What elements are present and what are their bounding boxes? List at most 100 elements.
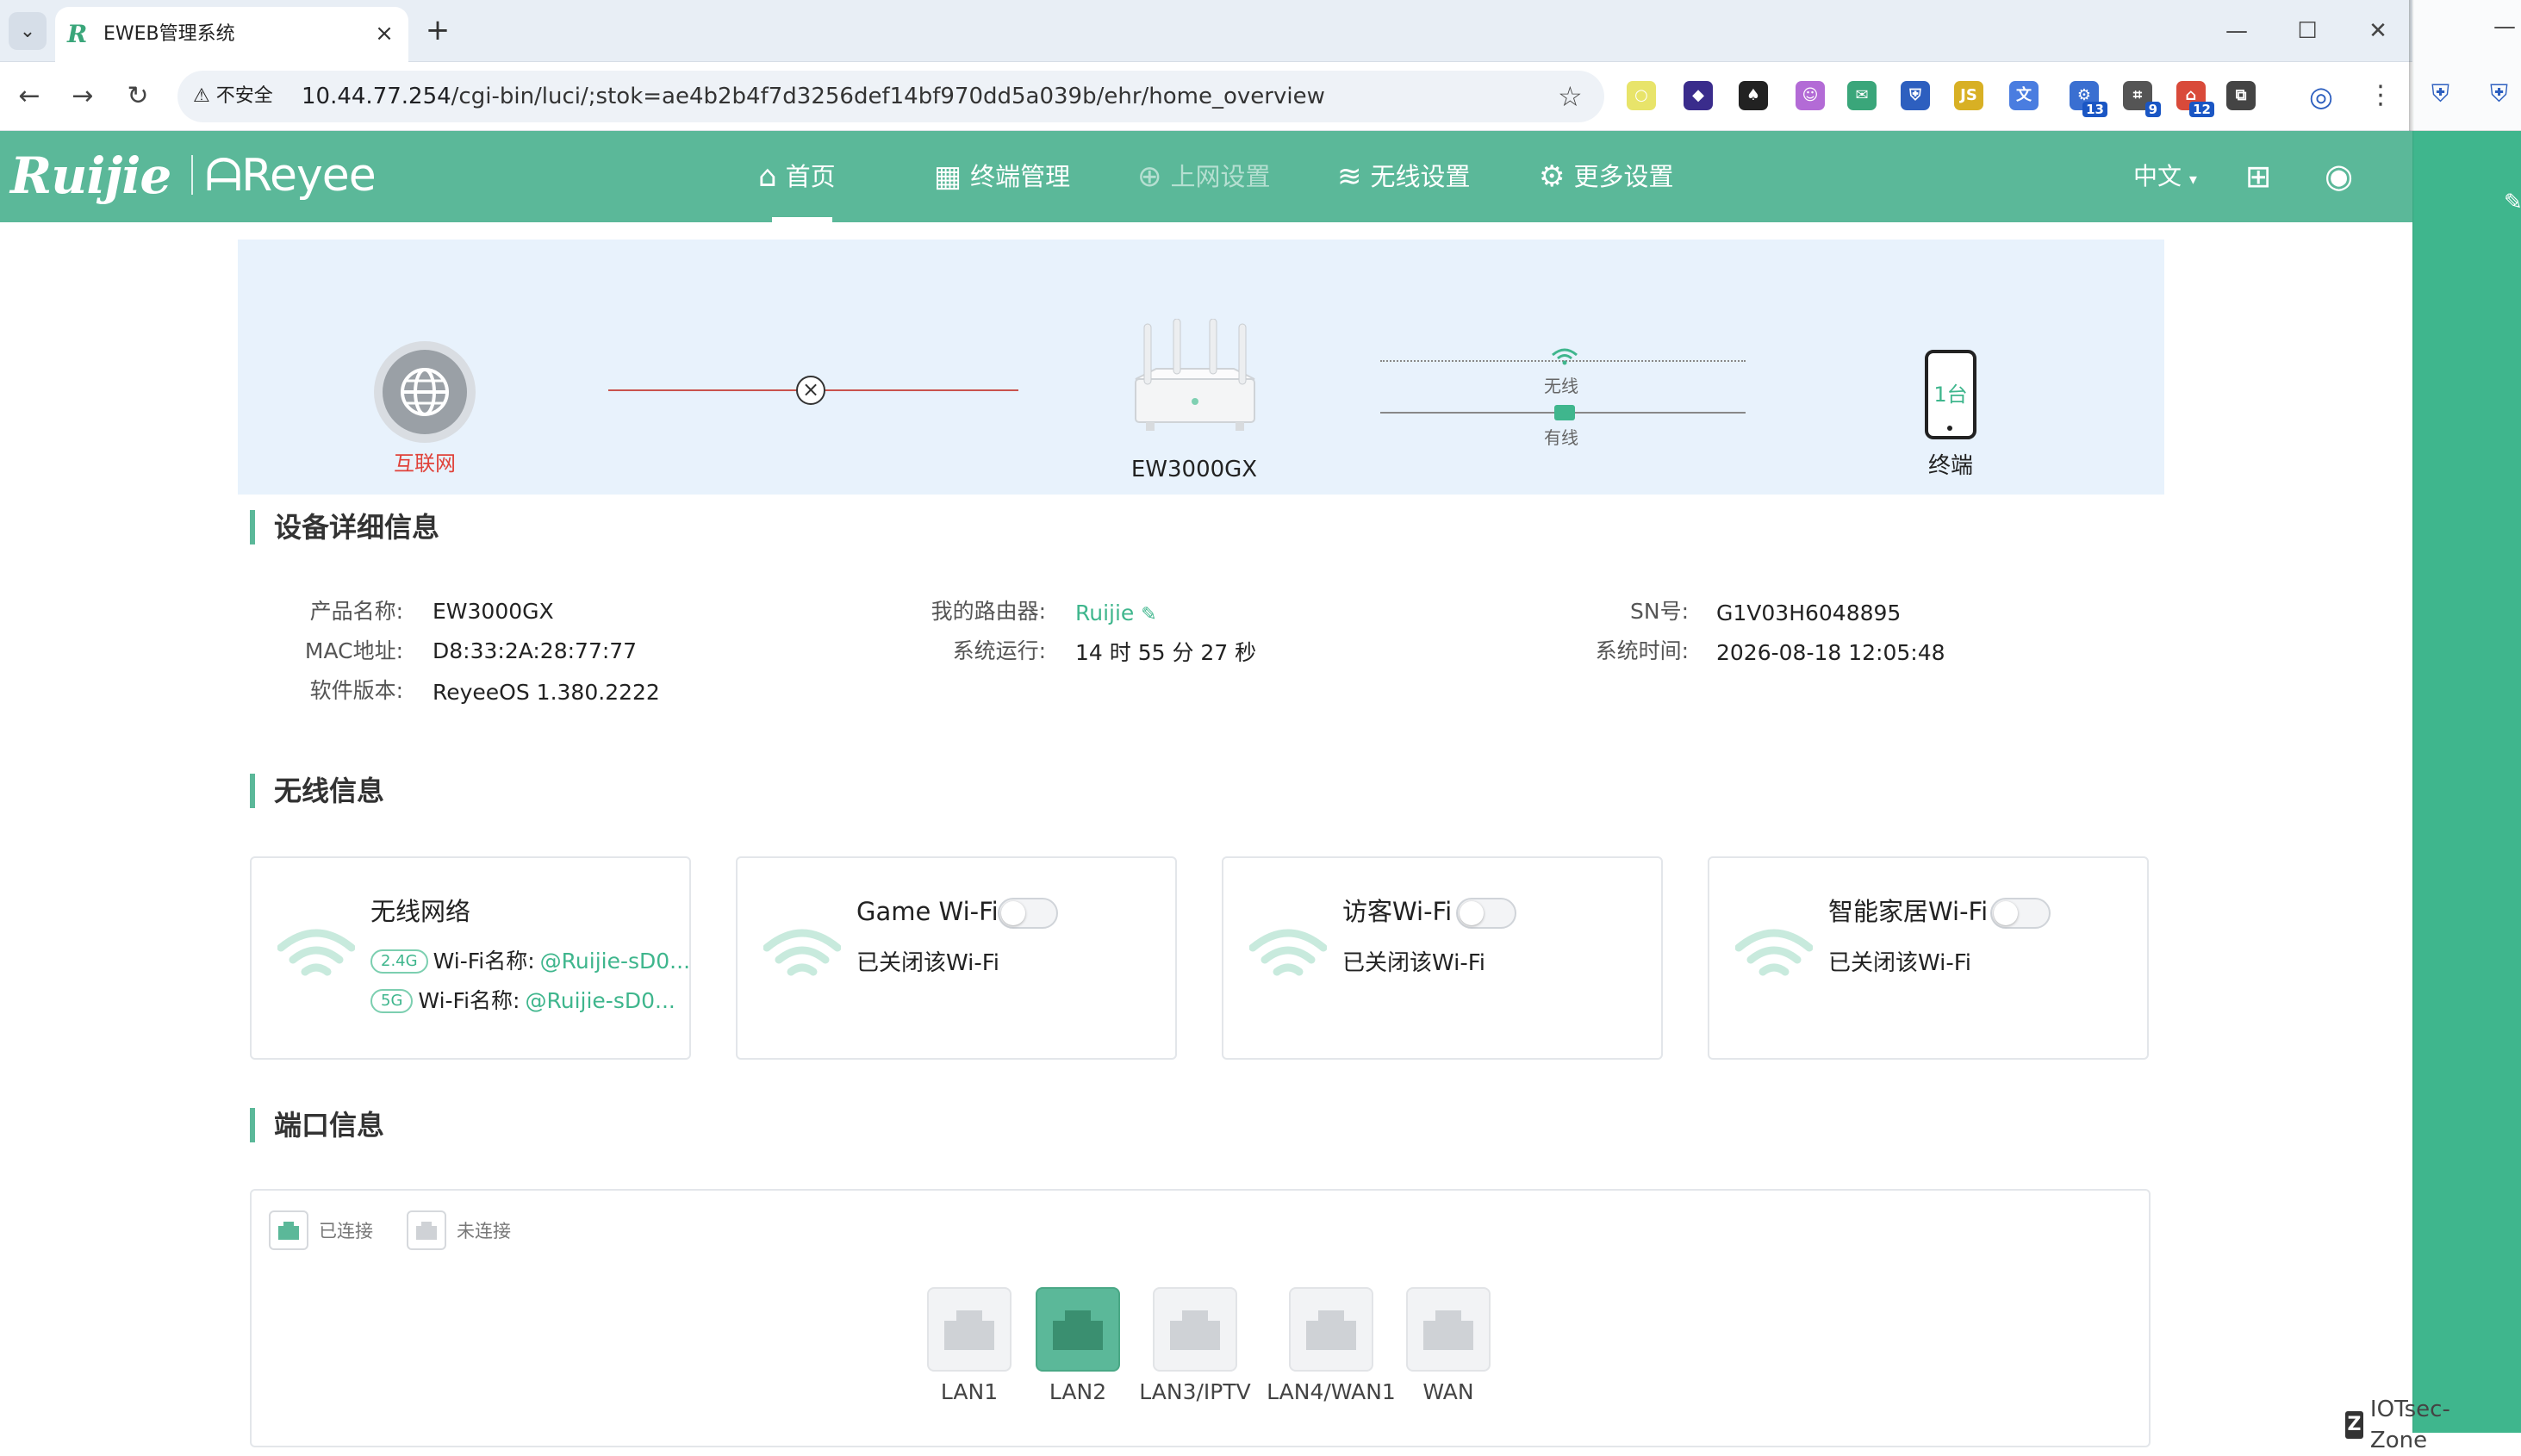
tools-ext-icon[interactable]: ⚙ 13 xyxy=(2070,81,2107,117)
my-router-label: 我的路由器: xyxy=(931,599,1046,624)
wireless-wifi-icon xyxy=(1551,348,1578,368)
nav-item-0[interactable]: ⌂ 首页 xyxy=(758,157,836,196)
port-lan4-wan1[interactable] xyxy=(1289,1287,1373,1372)
js-ext-icon[interactable]: JS xyxy=(1954,81,1983,110)
browser-menu-icon[interactable]: ⋮ xyxy=(2368,79,2393,114)
browser-toolbar: ← → ↻ ⚠ 不安全 10.44.77.254/cgi-bin/luci/;s… xyxy=(0,62,2412,131)
close-window-button[interactable]: ✕ xyxy=(2352,12,2404,50)
ruijie-logo: Ruijie xyxy=(10,146,171,205)
minimize-window-button[interactable]: — xyxy=(2211,12,2263,50)
uptime-label: 系统运行: xyxy=(952,638,1046,663)
wifi-icon xyxy=(1735,929,1813,976)
maximize-window-button[interactable]: ☐ xyxy=(2281,12,2333,50)
software-version-value: ReyeeOS 1.380.2222 xyxy=(433,680,660,705)
apps-grid-icon[interactable]: ⊞ xyxy=(2245,160,2271,195)
address-bar[interactable]: ⚠ 不安全 10.44.77.254/cgi-bin/luci/;stok=ae… xyxy=(177,71,1604,122)
background-shield-icon: ⛨ xyxy=(2431,79,2450,108)
bookmark-star-icon[interactable]: ☆ xyxy=(1558,81,1583,112)
wifi-icon xyxy=(763,929,841,976)
router-name-link[interactable]: Ruijie ✎ xyxy=(1075,600,1157,629)
port-wan[interactable] xyxy=(1406,1287,1491,1372)
wifi-icon xyxy=(1249,929,1327,976)
nav-item-1[interactable]: ▦ 终端管理 xyxy=(934,157,1070,196)
translate-ext-icon[interactable]: 文 xyxy=(2009,81,2039,110)
wifi-icon: ≋ xyxy=(1337,159,1362,194)
profile-icon[interactable]: ◎ xyxy=(2309,79,2333,114)
guest-wifi-card[interactable]: 访客Wi-Fi 已关闭该Wi-Fi xyxy=(1222,856,1663,1060)
forward-button[interactable]: → xyxy=(64,78,102,115)
extension-badge: 13 xyxy=(2082,102,2107,117)
url-path: /cgi-bin/luci/;stok=ae4b2b4f7d3256def14b… xyxy=(451,84,1325,109)
product-name-label: 产品名称: xyxy=(309,599,403,624)
close-tab-icon[interactable]: × xyxy=(370,21,398,48)
nav-item-3[interactable]: ≋ 无线设置 xyxy=(1337,157,1471,196)
port-lan1[interactable] xyxy=(927,1287,1012,1372)
wifi-name-label: Wi-Fi名称: xyxy=(418,988,520,1013)
spade-ext-icon[interactable]: ♠ xyxy=(1739,81,1768,110)
port-lan2[interactable] xyxy=(1036,1287,1120,1372)
port-label: LAN1 xyxy=(940,1379,999,1404)
system-time-label: 系统时间: xyxy=(1595,638,1689,663)
smart-home-wifi-toggle[interactable] xyxy=(1990,898,2051,929)
diamond-ext-icon[interactable]: ◆ xyxy=(1684,81,1713,110)
house-ext-icon[interactable]: ⌂ 12 xyxy=(2176,81,2214,117)
band-5g-badge: 5G xyxy=(370,989,414,1013)
ssid-24g-value[interactable]: @Ruijie-sD0... xyxy=(540,944,690,979)
ssid-5g-value[interactable]: @Ruijie-sD0... xyxy=(525,984,675,1018)
guest-wifi-status: 已关闭该Wi-Fi xyxy=(1342,950,1486,976)
url-text[interactable]: 10.44.77.254/cgi-bin/luci/;stok=ae4b2b4f… xyxy=(302,82,1325,111)
extension-badge: 9 xyxy=(2144,102,2161,117)
main-content: 互联网 × EW3000GX 无线 有线 1台 终端 设备详细信息 产品名称: … xyxy=(0,222,2450,1453)
port-label: LAN3/IPTV xyxy=(1139,1379,1251,1404)
wired-label: 有线 xyxy=(1544,427,1578,448)
legend-connected: 已连接 xyxy=(269,1210,373,1251)
router-label: EW3000GX xyxy=(1130,457,1258,482)
nav-label: 终端管理 xyxy=(970,162,1071,191)
game-wifi-card[interactable]: Game Wi-Fi 已关闭该Wi-Fi xyxy=(736,856,1177,1060)
circle-ext-icon[interactable]: ○ xyxy=(1627,81,1656,110)
shield-ext-icon[interactable]: ⛨ xyxy=(1901,81,1930,110)
terminal-phone-icon[interactable]: 1台 xyxy=(1925,350,1976,439)
nav-label: 无线设置 xyxy=(1370,162,1471,191)
reload-button[interactable]: ↻ xyxy=(119,78,157,115)
product-name-value: EW3000GX xyxy=(433,599,554,624)
browser-tab[interactable]: R EWEB管理系统 × xyxy=(55,7,408,62)
software-version-label: 软件版本: xyxy=(309,678,403,703)
nav-item-4[interactable]: ⚙ 更多设置 xyxy=(1539,157,1674,196)
tab-list-button[interactable]: ⌄ xyxy=(9,12,47,50)
device-details-title: 设备详细信息 xyxy=(250,510,439,544)
background-window-toolbar: — ⛨ ⛨ xyxy=(2412,0,2521,131)
internet-node[interactable] xyxy=(374,341,476,443)
language-selector[interactable]: 中文 ▾ xyxy=(2133,157,2197,200)
wireless-network-card[interactable]: 无线网络 2.4G Wi-Fi名称: @Ruijie-sD0... 5G Wi-F… xyxy=(250,856,691,1060)
ethernet-port-icon xyxy=(944,1310,994,1350)
game-wifi-toggle[interactable] xyxy=(998,898,1058,929)
back-button[interactable]: ← xyxy=(10,78,48,115)
capture-ext-icon[interactable]: ⌗ 9 xyxy=(2123,81,2161,117)
edit-icon[interactable]: ✎ xyxy=(1141,604,1156,625)
globe-icon xyxy=(383,350,467,434)
mac-address-value: D8:33:2A:28:77:77 xyxy=(433,638,638,663)
phone-home-dot xyxy=(1947,426,1952,431)
watermark-logo-icon: Z xyxy=(2345,1411,2363,1439)
mail-ext-icon[interactable]: ✉ xyxy=(1847,81,1877,110)
new-tab-button[interactable]: + xyxy=(420,12,455,50)
disconnected-port-icon xyxy=(407,1210,446,1250)
url-host: 10.44.77.254 xyxy=(302,84,451,109)
security-warning[interactable]: ⚠ 不安全 xyxy=(193,84,273,109)
wireless-info-title: 无线信息 xyxy=(250,774,384,808)
disconnected-icon: × xyxy=(796,376,825,405)
puzzle-ext-icon[interactable]: ⧉ xyxy=(2226,81,2256,110)
smart-home-wifi-card[interactable]: 智能家居Wi-Fi 已关闭该Wi-Fi xyxy=(1708,856,2149,1060)
globe-icon: ⊕ xyxy=(1137,159,1162,194)
internet-label: 互联网 xyxy=(394,451,456,476)
chevron-down-icon: ▾ xyxy=(2188,171,2197,189)
extension-badge: 12 xyxy=(2189,102,2214,117)
game-wifi-title: Game Wi-Fi xyxy=(856,897,999,926)
ethernet-port-icon xyxy=(1423,1310,1473,1350)
cat-ext-icon[interactable]: ☺ xyxy=(1796,81,1825,110)
nav-label: 上网设置 xyxy=(1170,162,1271,191)
port-lan3-iptv[interactable] xyxy=(1153,1287,1237,1372)
user-account-icon[interactable]: ◉ xyxy=(2325,159,2353,193)
guest-wifi-toggle[interactable] xyxy=(1456,898,1516,929)
